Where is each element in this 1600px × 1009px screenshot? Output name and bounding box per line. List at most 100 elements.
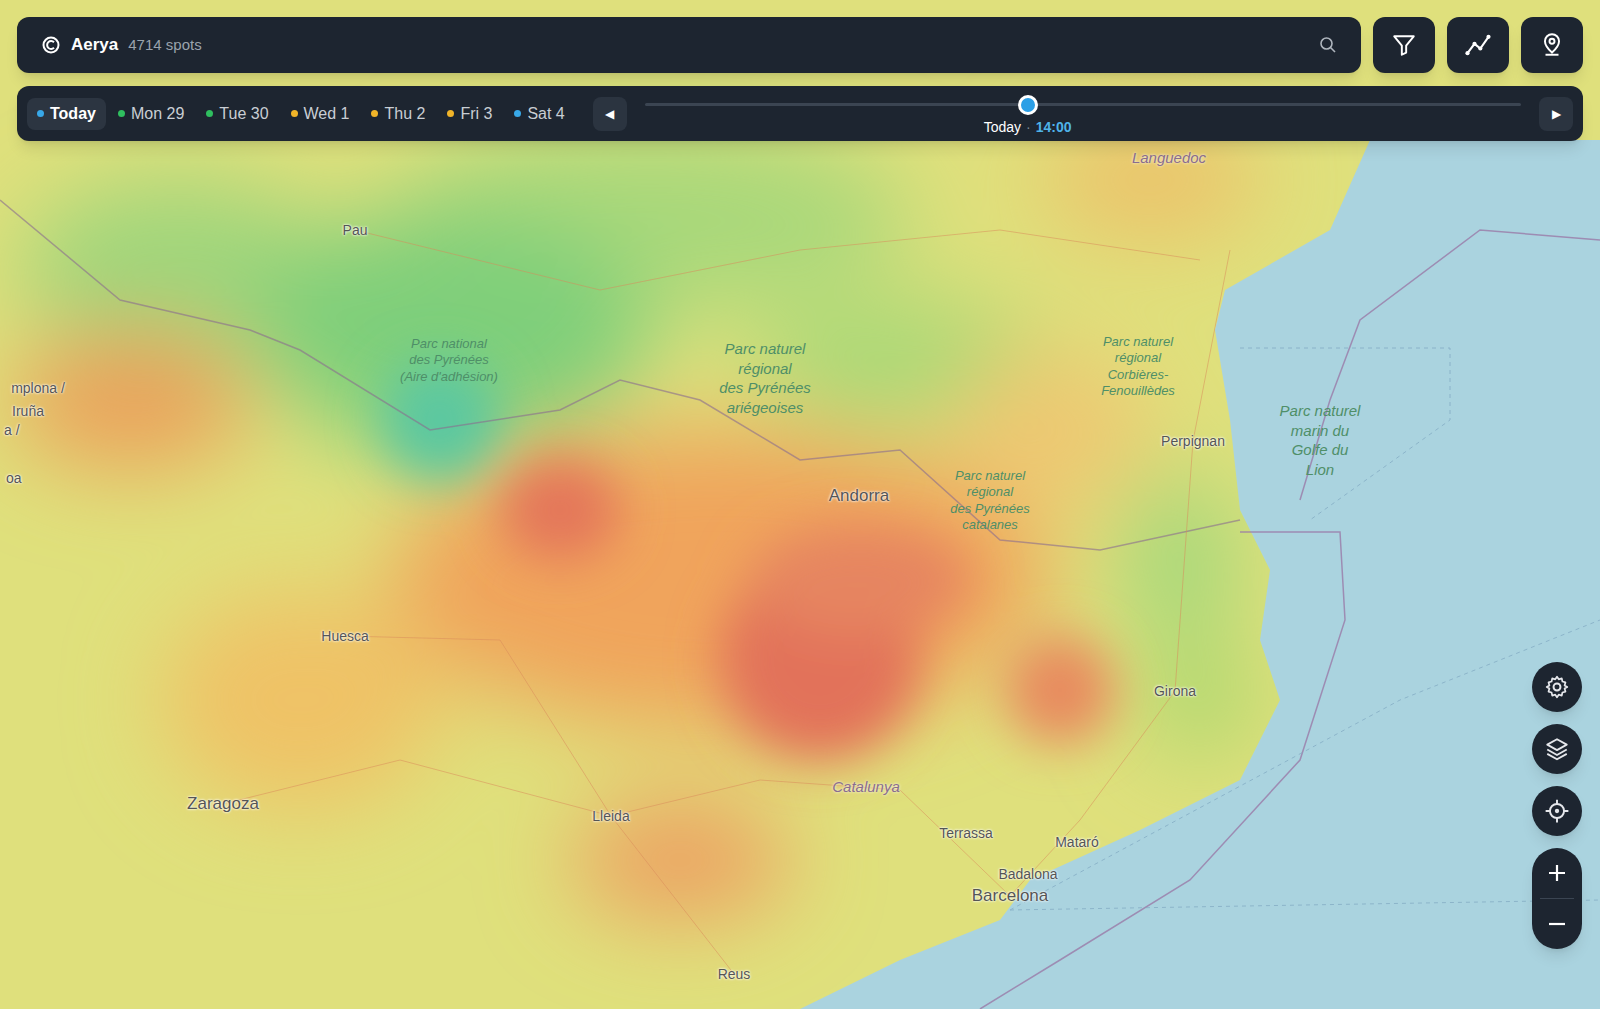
filter-button[interactable] — [1373, 17, 1435, 73]
day-tabs: Today Mon 29 Tue 30 Wed 1 Thu 2 Fri 3 Sat 4 — [27, 98, 575, 130]
day-dot — [447, 110, 454, 117]
map-label-line: Fenouillèdes — [1101, 382, 1175, 398]
map-label-line: régional — [738, 359, 791, 379]
map-label-line: Andorra — [829, 483, 889, 509]
map-label-line: catalanes — [962, 516, 1018, 532]
map-label-line: Golfe du — [1292, 440, 1349, 460]
day-dot — [514, 110, 521, 117]
map-label-line: Parc naturel — [725, 339, 806, 359]
map-label-line: Huesca — [321, 626, 368, 647]
map-label-line: Lion — [1306, 460, 1334, 480]
map-label-line: marin du — [1291, 421, 1349, 441]
day-tab[interactable]: Today — [27, 98, 106, 130]
day-tab[interactable]: Tue 30 — [196, 98, 278, 130]
map-labels: Paumplona /Iruñaa /oaHuescaZaragozaLleid… — [0, 0, 1600, 1009]
map[interactable]: Paumplona /Iruñaa /oaHuescaZaragozaLleid… — [0, 0, 1600, 1009]
slider-knob[interactable]: Today · 14:00 — [1018, 95, 1038, 115]
map-label-line: a / — [4, 420, 20, 441]
map-label-line: Languedoc — [1132, 147, 1206, 170]
search-bar[interactable]: Aerya 4714 spots — [17, 17, 1361, 73]
map-label: Iruña — [12, 401, 44, 422]
map-label-line: Corbières- — [1108, 366, 1169, 382]
zoom-in-button[interactable] — [1532, 848, 1582, 898]
map-label-line: Parc naturel — [1103, 334, 1173, 350]
map-label-line: Parc naturel — [1280, 401, 1361, 421]
map-label: Parc nationaldes Pyrénées(Aire d'adhésio… — [400, 336, 498, 385]
location-button[interactable] — [1521, 17, 1583, 73]
day-label: Mon 29 — [131, 102, 184, 126]
day-dot — [37, 110, 44, 117]
gear-icon — [1544, 674, 1570, 700]
map-label-line: (Aire d'adhésion) — [400, 368, 498, 384]
chart-button[interactable] — [1447, 17, 1509, 73]
day-label: Wed 1 — [304, 102, 350, 126]
map-label-line: des Pyrénées — [719, 378, 811, 398]
top-controls: Aerya 4714 spots TodayMon 29Tue 30Wed 1T… — [17, 17, 1583, 141]
map-label: Parc naturelrégionaldes Pyrénéesariégeoi… — [719, 339, 811, 417]
day-dot — [291, 110, 298, 117]
day-label: Thu 2 — [384, 102, 425, 126]
map-label: Barcelona — [972, 883, 1049, 909]
map-label: Terrassa — [939, 823, 993, 844]
map-label: Perpignan — [1161, 431, 1225, 452]
minus-icon — [1546, 913, 1568, 935]
day-dot — [206, 110, 213, 117]
map-label-line: Parc national — [411, 336, 487, 352]
day-dot — [118, 110, 125, 117]
map-controls — [1532, 662, 1582, 949]
map-canvas[interactable] — [0, 0, 1600, 1009]
day-tab[interactable]: Wed 1 — [281, 98, 360, 130]
map-label-line: Terrassa — [939, 823, 993, 844]
layers-button[interactable] — [1532, 724, 1582, 774]
spot-count: 4714 spots — [128, 34, 201, 57]
map-label: Andorra — [829, 483, 889, 509]
map-label: Reus — [718, 964, 751, 985]
day-dot — [371, 110, 378, 117]
map-label: Parc naturelrégionalCorbières-Fenouillèd… — [1101, 334, 1175, 399]
day-tab[interactable]: Thu 2 — [361, 98, 435, 130]
time-separator: · — [1026, 117, 1031, 138]
map-label-line: Reus — [718, 964, 751, 985]
day-label: Fri 3 — [460, 102, 492, 126]
slider-track[interactable]: Today · 14:00 — [645, 103, 1521, 106]
map-label: Badalona — [998, 864, 1057, 885]
map-label: Parc naturelmarin duGolfe duLion — [1280, 401, 1361, 479]
day-tab[interactable]: Sat 4 — [504, 98, 574, 130]
day-label: Sat 4 — [527, 102, 564, 126]
time-day: Today — [984, 117, 1021, 138]
map-label-line: Iruña — [12, 401, 44, 422]
time-value: 14:00 — [1036, 117, 1072, 138]
header-row: Aerya 4714 spots — [17, 17, 1583, 73]
zoom-out-button[interactable] — [1532, 899, 1582, 949]
settings-button[interactable] — [1532, 662, 1582, 712]
map-label: Parc naturelrégionaldes Pyrénéescatalane… — [950, 468, 1030, 533]
map-label-line: Badalona — [998, 864, 1057, 885]
zoom-divider — [1540, 898, 1574, 899]
app-name: Aerya — [71, 32, 118, 58]
map-label-line: mplona / — [11, 378, 65, 399]
day-tab[interactable]: Fri 3 — [437, 98, 502, 130]
day-tab[interactable]: Mon 29 — [108, 98, 194, 130]
locate-button[interactable] — [1532, 786, 1582, 836]
map-label-line: ariégeoises — [727, 398, 804, 418]
map-label: Mataró — [1055, 832, 1099, 853]
previous-button[interactable]: ◀ — [593, 97, 627, 131]
map-label: oa — [6, 468, 22, 489]
time-slider[interactable]: Today · 14:00 — [645, 86, 1521, 141]
map-label-line: des Pyrénées — [950, 500, 1030, 516]
plus-icon — [1546, 862, 1568, 884]
time-label: Today · 14:00 — [984, 117, 1072, 138]
map-label: Pau — [343, 220, 368, 241]
map-label: Huesca — [321, 626, 368, 647]
logo-icon — [41, 35, 61, 55]
zoom-controls — [1532, 848, 1582, 949]
day-label: Today — [50, 102, 96, 126]
map-label-line: Pau — [343, 220, 368, 241]
map-label-line: Barcelona — [972, 883, 1049, 909]
search-icon[interactable] — [1319, 36, 1337, 54]
map-pin-icon — [1539, 32, 1565, 58]
chart-line-icon — [1464, 31, 1492, 59]
map-label-line: Mataró — [1055, 832, 1099, 853]
map-label-line: oa — [6, 468, 22, 489]
next-button[interactable]: ▶ — [1539, 97, 1573, 131]
